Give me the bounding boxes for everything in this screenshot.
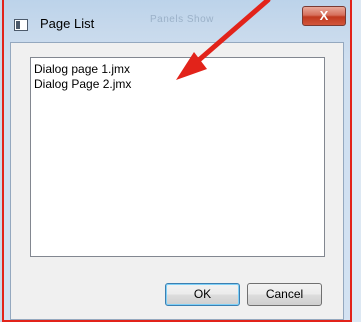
page-listbox[interactable]: Dialog page 1.jmx Dialog Page 2.jmx (30, 57, 325, 257)
window-title: Page List (40, 16, 95, 31)
dialog-client-area: Dialog page 1.jmx Dialog Page 2.jmx OK C… (10, 42, 344, 320)
close-icon: X (319, 8, 329, 23)
window-icon (14, 19, 28, 31)
background-strip (352, 0, 361, 322)
close-button[interactable]: X (302, 6, 346, 26)
background-window-text: Panels Show (150, 14, 214, 25)
list-item[interactable]: Dialog page 1.jmx (34, 62, 321, 77)
page-list-dialog: Page List Panels Show X Dialog page 1.jm… (2, 0, 352, 322)
cancel-button[interactable]: Cancel (247, 283, 322, 306)
title-bar[interactable]: Page List Panels Show X (4, 0, 350, 48)
ok-button[interactable]: OK (165, 283, 240, 306)
list-item[interactable]: Dialog Page 2.jmx (34, 77, 321, 92)
